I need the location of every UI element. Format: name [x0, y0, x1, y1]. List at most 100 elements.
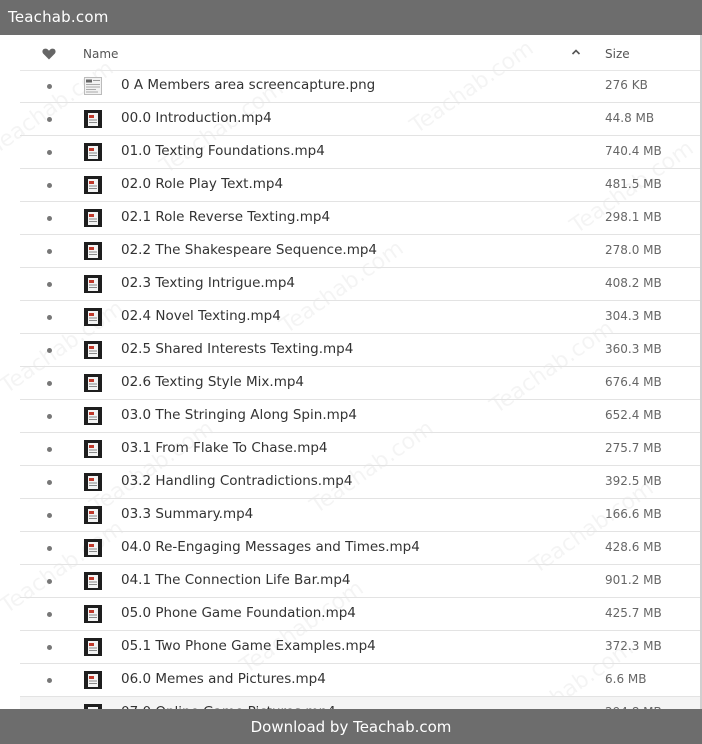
- video-file-thumbnail-icon: [84, 308, 102, 326]
- video-file-thumbnail-icon: [84, 539, 102, 557]
- file-size: 166.6 MB: [605, 507, 662, 521]
- file-name[interactable]: 06.0 Memes and Pictures.mp4: [121, 671, 326, 687]
- table-row[interactable]: 03.0 The Stringing Along Spin.mp4 652.4 M…: [20, 400, 700, 433]
- video-file-thumbnail-icon: [84, 275, 102, 293]
- file-size: 425.7 MB: [605, 606, 662, 620]
- video-file-thumbnail-icon: [84, 209, 102, 227]
- video-file-thumbnail-icon: [84, 110, 102, 128]
- site-title: Teachab.com: [8, 8, 109, 26]
- table-row[interactable]: 02.3 Texting Intrigue.mp4 408.2 MB: [20, 268, 700, 301]
- video-file-thumbnail-icon: [84, 176, 102, 194]
- video-file-thumbnail-icon: [84, 407, 102, 425]
- file-size: 44.8 MB: [605, 111, 655, 125]
- bullet-icon: [47, 447, 52, 452]
- file-size: 676.4 MB: [605, 375, 662, 389]
- file-size: 408.2 MB: [605, 276, 662, 290]
- file-name[interactable]: 03.0 The Stringing Along Spin.mp4: [121, 407, 357, 423]
- bullet-icon: [47, 414, 52, 419]
- footer-text: Download by Teachab.com: [250, 718, 452, 736]
- bullet-icon: [47, 678, 52, 683]
- table-row[interactable]: 02.5 Shared Interests Texting.mp4 360.3 M…: [20, 334, 700, 367]
- table-row[interactable]: 06.0 Memes and Pictures.mp4 6.6 MB: [20, 664, 700, 697]
- bullet-icon: [47, 84, 52, 89]
- file-name[interactable]: 0 A Members area screencapture.png: [121, 77, 375, 93]
- table-row[interactable]: 04.0 Re-Engaging Messages and Times.mp4 4…: [20, 532, 700, 565]
- file-name[interactable]: 03.1 From Flake To Chase.mp4: [121, 440, 328, 456]
- file-name[interactable]: 00.0 Introduction.mp4: [121, 110, 272, 126]
- file-name[interactable]: 02.6 Texting Style Mix.mp4: [121, 374, 304, 390]
- file-name[interactable]: 02.5 Shared Interests Texting.mp4: [121, 341, 353, 357]
- file-name[interactable]: 02.3 Texting Intrigue.mp4: [121, 275, 295, 291]
- size-column-header[interactable]: Size: [605, 47, 630, 61]
- file-size: 275.7 MB: [605, 441, 662, 455]
- top-bar: Teachab.com: [0, 0, 702, 35]
- table-row[interactable]: 02.6 Texting Style Mix.mp4 676.4 MB: [20, 367, 700, 400]
- bullet-icon: [47, 249, 52, 254]
- table-row[interactable]: 02.0 Role Play Text.mp4 481.5 MB: [20, 169, 700, 202]
- video-file-thumbnail-icon: [84, 374, 102, 392]
- table-row[interactable]: 0 A Members area screencapture.png 276 KB: [20, 70, 700, 103]
- table-row[interactable]: 02.4 Novel Texting.mp4 304.3 MB: [20, 301, 700, 334]
- table-row[interactable]: 05.0 Phone Game Foundation.mp4 425.7 MB: [20, 598, 700, 631]
- file-size: 428.6 MB: [605, 540, 662, 554]
- file-name[interactable]: 04.1 The Connection Life Bar.mp4: [121, 572, 351, 588]
- table-row[interactable]: 03.1 From Flake To Chase.mp4 275.7 MB: [20, 433, 700, 466]
- chevron-up-icon[interactable]: [570, 46, 582, 58]
- video-file-thumbnail-icon: [84, 605, 102, 623]
- bullet-icon: [47, 150, 52, 155]
- table-row[interactable]: 04.1 The Connection Life Bar.mp4 901.2 MB: [20, 565, 700, 598]
- table-row[interactable]: 02.1 Role Reverse Texting.mp4 298.1 MB: [20, 202, 700, 235]
- file-name[interactable]: 04.0 Re-Engaging Messages and Times.mp4: [121, 539, 420, 555]
- file-size: 278.0 MB: [605, 243, 662, 257]
- video-file-thumbnail-icon: [84, 341, 102, 359]
- bullet-icon: [47, 216, 52, 221]
- file-size: 372.3 MB: [605, 639, 662, 653]
- file-size: 304.3 MB: [605, 309, 662, 323]
- table-row[interactable]: 01.0 Texting Foundations.mp4 740.4 MB: [20, 136, 700, 169]
- bullet-icon: [47, 381, 52, 386]
- file-size: 901.2 MB: [605, 573, 662, 587]
- video-file-thumbnail-icon: [84, 638, 102, 656]
- image-file-thumbnail-icon: [84, 77, 102, 95]
- file-size: 276 KB: [605, 78, 648, 92]
- file-size: 6.6 MB: [605, 672, 647, 686]
- video-file-thumbnail-icon: [84, 143, 102, 161]
- table-row[interactable]: 02.2 The Shakespeare Sequence.mp4 278.0 M…: [20, 235, 700, 268]
- file-size: 652.4 MB: [605, 408, 662, 422]
- file-size: 392.5 MB: [605, 474, 662, 488]
- file-name[interactable]: 02.0 Role Play Text.mp4: [121, 176, 283, 192]
- file-name[interactable]: 02.4 Novel Texting.mp4: [121, 308, 281, 324]
- file-name[interactable]: 03.2 Handling Contradictions.mp4: [121, 473, 352, 489]
- file-size: 298.1 MB: [605, 210, 662, 224]
- bullet-icon: [47, 183, 52, 188]
- file-name[interactable]: 01.0 Texting Foundations.mp4: [121, 143, 325, 159]
- table-row[interactable]: 00.0 Introduction.mp4 44.8 MB: [20, 103, 700, 136]
- bullet-icon: [47, 579, 52, 584]
- heart-icon[interactable]: [42, 48, 56, 60]
- file-name[interactable]: 03.3 Summary.mp4: [121, 506, 253, 522]
- file-size: 481.5 MB: [605, 177, 662, 191]
- video-file-thumbnail-icon: [84, 242, 102, 260]
- footer-bar: Download by Teachab.com: [0, 709, 702, 744]
- table-row[interactable]: 03.3 Summary.mp4 166.6 MB: [20, 499, 700, 532]
- file-name[interactable]: 02.2 The Shakespeare Sequence.mp4: [121, 242, 377, 258]
- bullet-icon: [47, 513, 52, 518]
- file-size: 360.3 MB: [605, 342, 662, 356]
- table-row[interactable]: 05.1 Two Phone Game Examples.mp4 372.3 MB: [20, 631, 700, 664]
- video-file-thumbnail-icon: [84, 473, 102, 491]
- table-row[interactable]: 03.2 Handling Contradictions.mp4 392.5 MB: [20, 466, 700, 499]
- name-column-header[interactable]: Name: [83, 47, 118, 61]
- bullet-icon: [47, 546, 52, 551]
- video-file-thumbnail-icon: [84, 572, 102, 590]
- file-name[interactable]: 02.1 Role Reverse Texting.mp4: [121, 209, 330, 225]
- file-size: 740.4 MB: [605, 144, 662, 158]
- bullet-icon: [47, 612, 52, 617]
- file-name[interactable]: 05.0 Phone Game Foundation.mp4: [121, 605, 356, 621]
- bullet-icon: [47, 315, 52, 320]
- video-file-thumbnail-icon: [84, 440, 102, 458]
- bullet-icon: [47, 348, 52, 353]
- video-file-thumbnail-icon: [84, 671, 102, 689]
- file-name[interactable]: 05.1 Two Phone Game Examples.mp4: [121, 638, 376, 654]
- video-file-thumbnail-icon: [84, 506, 102, 524]
- file-list: 0 A Members area screencapture.png 276 KB…: [20, 70, 700, 730]
